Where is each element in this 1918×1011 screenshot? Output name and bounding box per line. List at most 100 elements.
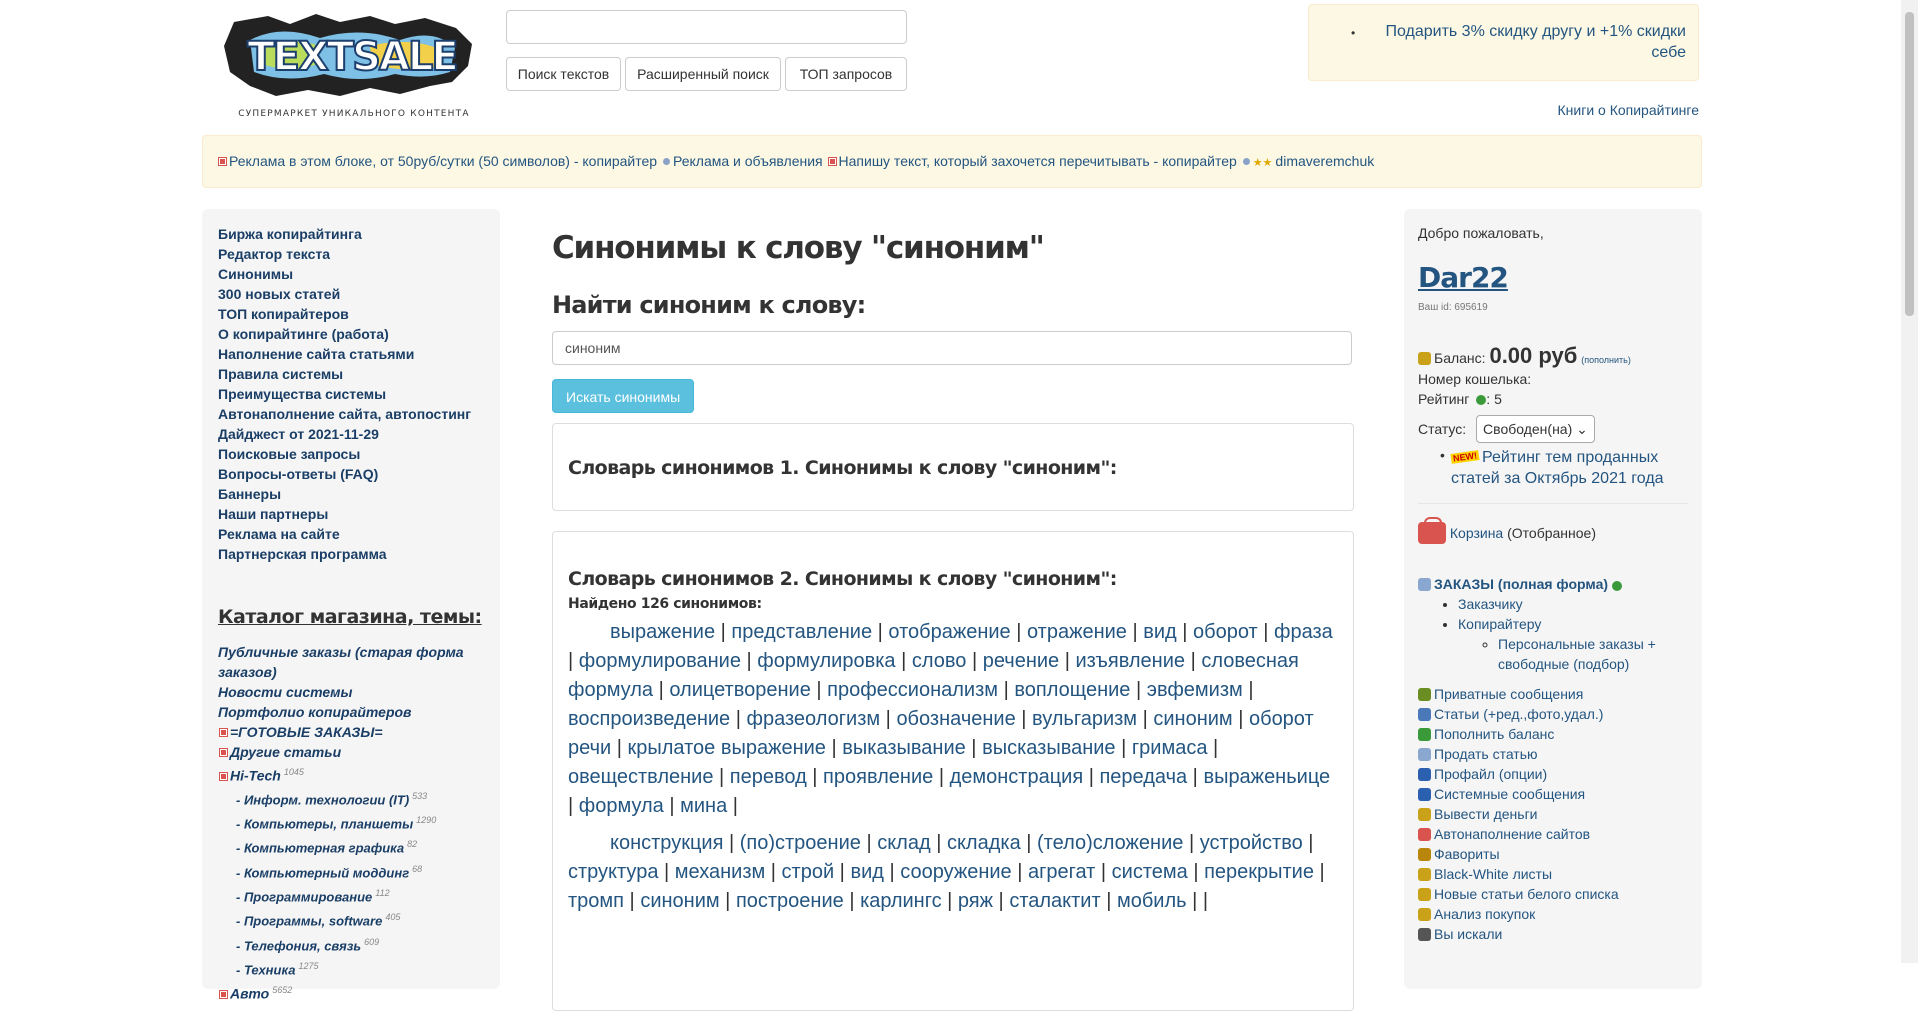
scrollbar[interactable] <box>1901 0 1918 963</box>
synonym-word-input[interactable]: синоним <box>552 331 1352 365</box>
catalog-link[interactable]: - Информ. технологии (IT) 533 <box>218 786 485 810</box>
account-menu-link[interactable]: Black-White листы <box>1418 864 1688 884</box>
gift-discount-link[interactable]: Подарить 3% скидку другу и +1% скидки се… <box>1385 23 1686 61</box>
synonym-link[interactable]: структура <box>568 861 658 883</box>
synonym-link[interactable]: конструкция <box>610 832 723 854</box>
account-menu-link[interactable]: Системные сообщения <box>1418 784 1688 804</box>
synonym-link[interactable]: строй <box>782 861 835 883</box>
search-texts-button[interactable]: Поиск текстов <box>506 57 621 91</box>
basket-link[interactable]: Корзина <box>1450 525 1503 541</box>
sidebar-nav-link[interactable]: Поисковые запросы <box>218 444 485 464</box>
sidebar-nav-link[interactable]: Редактор текста <box>218 244 485 264</box>
synonym-link[interactable]: профессионализм <box>827 679 998 701</box>
synonym-link[interactable]: овеществление <box>568 766 713 788</box>
ad-link[interactable]: Реклама и объявления <box>673 153 823 169</box>
catalog-link[interactable]: - Компьютерная графика 82 <box>218 834 485 858</box>
account-menu-link[interactable]: Новые статьи белого списка <box>1418 884 1688 904</box>
catalog-link[interactable]: - Компьютерный моддинг 68 <box>218 859 485 883</box>
synonym-link[interactable]: вид <box>1143 621 1176 643</box>
synonym-link[interactable]: высказывание <box>982 737 1116 759</box>
catalog-link[interactable]: Авто 5652 <box>218 980 485 1004</box>
synonym-link[interactable]: фраза <box>1274 621 1333 643</box>
synonym-link[interactable]: сталактит <box>1009 890 1100 912</box>
sidebar-nav-link[interactable]: Баннеры <box>218 484 485 504</box>
sidebar-nav-link[interactable]: 300 новых статей <box>218 284 485 304</box>
sidebar-nav-link[interactable]: Автонаполнение сайта, автопостинг <box>218 404 485 424</box>
synonym-link[interactable]: демонстрация <box>950 766 1084 788</box>
orders-copywriter-link[interactable]: Копирайтеру <box>1458 616 1541 632</box>
account-menu-link[interactable]: Фавориты <box>1418 844 1688 864</box>
synonym-link[interactable]: мина <box>680 795 727 817</box>
catalog-link[interactable]: - Программирование 112 <box>218 883 485 907</box>
catalog-link[interactable]: Hi-Tech 1045 <box>218 762 485 786</box>
sidebar-nav-link[interactable]: Преимущества системы <box>218 384 485 404</box>
synonym-link[interactable]: построение <box>736 890 844 912</box>
synonym-link[interactable]: выказывание <box>842 737 966 759</box>
synonym-link[interactable]: представление <box>731 621 872 643</box>
synonym-link[interactable]: сооружение <box>900 861 1011 883</box>
catalog-link[interactable]: Другие статьи <box>218 742 485 762</box>
catalog-link[interactable]: - Техника 1275 <box>218 956 485 980</box>
synonym-link[interactable]: фразеологизм <box>746 708 880 730</box>
synonym-link[interactable]: передача <box>1099 766 1187 788</box>
catalog-link[interactable]: Публичные заказы (старая форма заказов) <box>218 642 485 682</box>
sidebar-nav-link[interactable]: Дайджест от 2021-11-29 <box>218 424 485 444</box>
sidebar-nav-link[interactable]: Биржа копирайтинга <box>218 224 485 244</box>
synonym-link[interactable]: олицетворение <box>669 679 810 701</box>
sidebar-nav-link[interactable]: О копирайтинге (работа) <box>218 324 485 344</box>
personal-orders-link[interactable]: Персональные заказы + свободные (подбор) <box>1498 636 1656 672</box>
synonym-link[interactable]: выражение <box>610 621 715 643</box>
synonym-link[interactable]: ряж <box>958 890 993 912</box>
catalog-link[interactable]: - Программы, software 405 <box>218 907 485 931</box>
synonym-link[interactable]: вид <box>850 861 883 883</box>
synonym-link[interactable]: изъявление <box>1075 650 1185 672</box>
catalog-link[interactable]: Портфолио копирайтеров <box>218 702 485 722</box>
synonym-link[interactable]: синоним <box>1153 708 1232 730</box>
synonym-link[interactable]: эвфемизм <box>1147 679 1243 701</box>
sidebar-nav-link[interactable]: Наши партнеры <box>218 504 485 524</box>
synonym-link[interactable]: механизм <box>675 861 765 883</box>
account-menu-link[interactable]: Анализ покупок <box>1418 904 1688 924</box>
search-synonyms-button[interactable]: Искать синонимы <box>552 379 695 413</box>
account-menu-link[interactable]: Приватные сообщения <box>1418 684 1688 704</box>
synonym-link[interactable]: оборот <box>1193 621 1258 643</box>
account-menu-link[interactable]: Пополнить баланс <box>1418 724 1688 744</box>
synonym-link[interactable]: формулирование <box>579 650 741 672</box>
catalog-link[interactable]: - Телефония, связь 609 <box>218 932 485 956</box>
books-link[interactable]: Книги о Копирайтинге <box>1558 102 1699 118</box>
sidebar-nav-link[interactable]: Правила системы <box>218 364 485 384</box>
ad-link[interactable]: dimaveremchuk <box>1275 153 1374 169</box>
synonym-link[interactable]: тромп <box>568 890 624 912</box>
synonym-link[interactable]: отражение <box>1027 621 1127 643</box>
sidebar-nav-link[interactable]: Вопросы-ответы (FAQ) <box>218 464 485 484</box>
synonym-link[interactable]: отображение <box>888 621 1010 643</box>
ad-link[interactable]: Реклама в этом блоке, от 50руб/сутки (50… <box>229 153 657 169</box>
advanced-search-button[interactable]: Расширенный поиск <box>625 57 781 91</box>
synonym-link[interactable]: проявление <box>823 766 933 788</box>
account-menu-link[interactable]: Продать статью <box>1418 744 1688 764</box>
search-input[interactable] <box>506 10 907 44</box>
synonym-link[interactable]: слово <box>912 650 967 672</box>
sidebar-nav-link[interactable]: Наполнение сайта статьями <box>218 344 485 364</box>
sidebar-nav-link[interactable]: Реклама на сайте <box>218 524 485 544</box>
synonym-link[interactable]: вульгаризм <box>1032 708 1137 730</box>
username-link[interactable]: Dar22 <box>1418 261 1688 294</box>
sidebar-nav-link[interactable]: ТОП копирайтеров <box>218 304 485 324</box>
account-menu-link[interactable]: Вы искали <box>1418 924 1688 944</box>
orders-customer-link[interactable]: Заказчику <box>1458 596 1523 612</box>
synonym-link[interactable]: воспроизведение <box>568 708 730 730</box>
account-menu-link[interactable]: Профайл (опции) <box>1418 764 1688 784</box>
top-up-link[interactable]: (пополнить) <box>1581 350 1631 366</box>
synonym-link[interactable]: склад <box>877 832 930 854</box>
ad-link[interactable]: Напишу текст, который захочется перечиты… <box>839 153 1237 169</box>
synonym-link[interactable]: выраженьице <box>1203 766 1330 788</box>
synonym-link[interactable]: гримаса <box>1132 737 1208 759</box>
scrollbar-thumb[interactable] <box>1905 12 1914 316</box>
synonym-link[interactable]: складка <box>947 832 1021 854</box>
synonym-link[interactable]: синоним <box>640 890 719 912</box>
synonym-link[interactable]: формула <box>579 795 664 817</box>
synonym-link[interactable]: устройство <box>1200 832 1303 854</box>
synonym-link[interactable]: крылатое выражение <box>628 737 826 759</box>
synonym-link[interactable]: обозначение <box>896 708 1015 730</box>
top-queries-button[interactable]: ТОП запросов <box>785 57 907 91</box>
